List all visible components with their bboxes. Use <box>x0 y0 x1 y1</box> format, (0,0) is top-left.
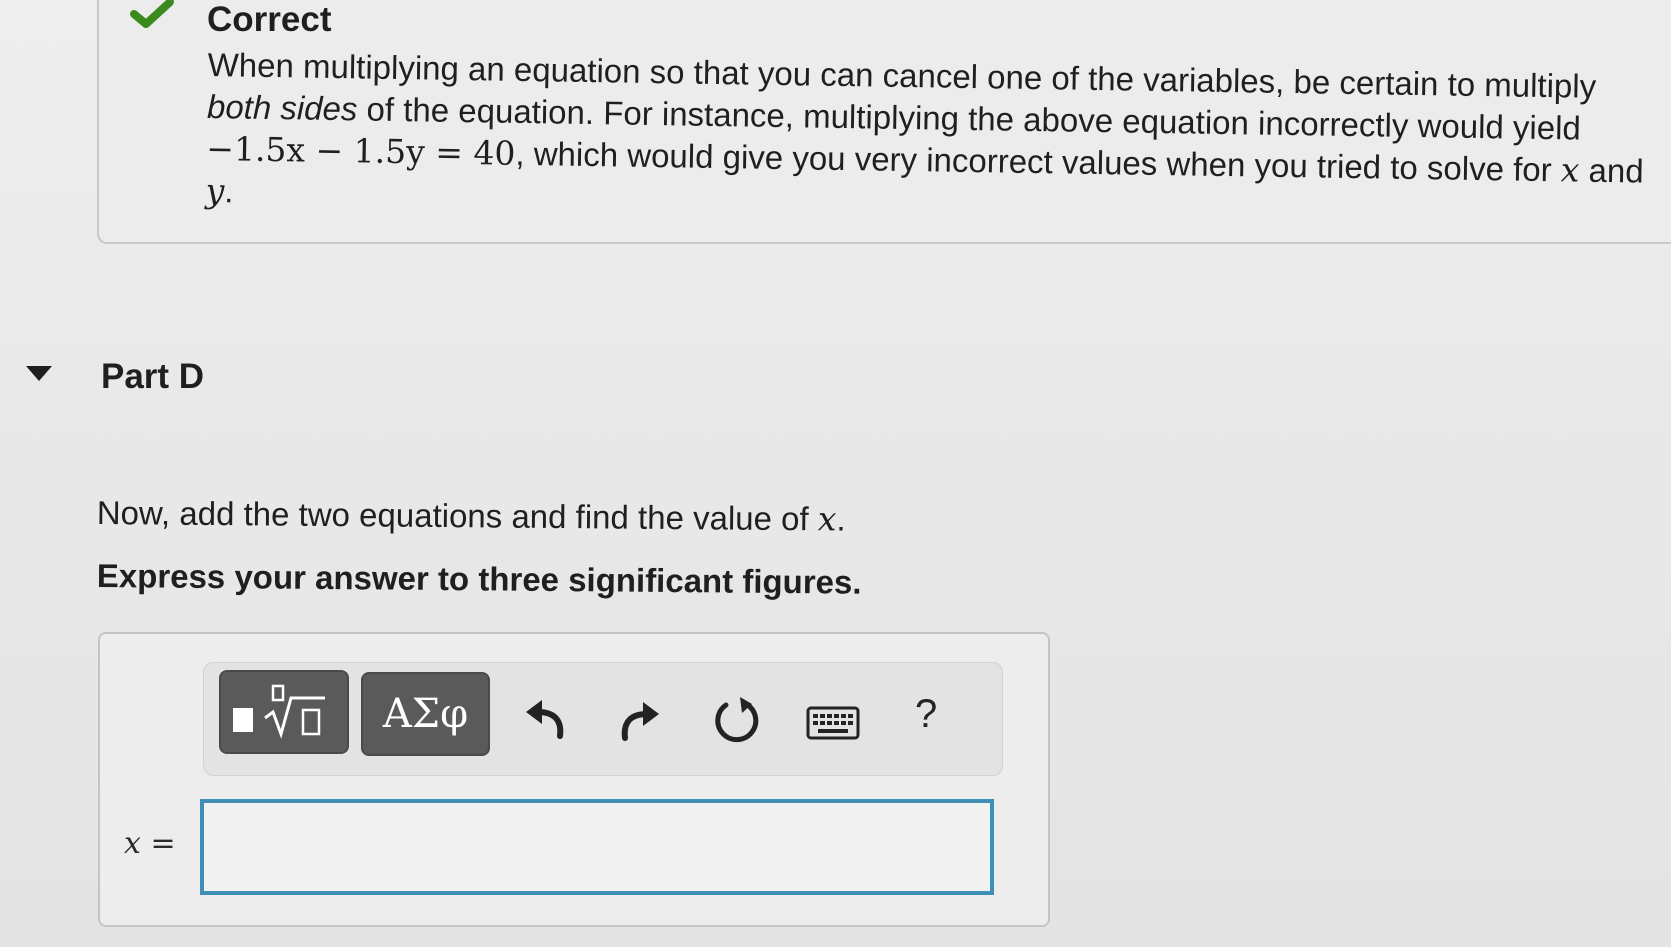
feedback-text-and: and <box>1579 151 1644 190</box>
question-instruction: Express your answer to three significant… <box>96 557 862 601</box>
answer-label: x = <box>124 826 176 861</box>
templates-button[interactable] <box>219 670 349 754</box>
answer-label-equals: = <box>140 826 176 861</box>
feedback-text-end: . <box>224 172 234 210</box>
feedback-emphasis: both sides <box>206 87 358 128</box>
answer-input[interactable] <box>200 799 994 895</box>
question-body: Now, add the two equations and find the … <box>96 493 818 538</box>
reset-icon[interactable] <box>710 694 764 748</box>
keyboard-icon[interactable] <box>806 706 860 740</box>
answer-label-variable: x <box>124 826 141 861</box>
templates-icon <box>233 684 325 739</box>
feedback-equation: −1.5x − 1.5y = 40 <box>206 128 516 173</box>
question-end: . <box>836 500 846 538</box>
feedback-explanation: When multiplying an equation so that you… <box>205 44 1652 235</box>
greek-symbols-button[interactable]: ΑΣφ <box>361 672 490 756</box>
question-text: Now, add the two equations and find the … <box>97 493 846 539</box>
feedback-status-title: Correct <box>207 0 332 39</box>
redo-icon[interactable] <box>615 694 665 744</box>
help-button[interactable]: ? <box>915 692 937 737</box>
feedback-var-x: x <box>1560 150 1580 190</box>
part-title[interactable]: Part D <box>101 357 204 397</box>
check-icon <box>130 0 174 28</box>
part-collapse-caret-icon[interactable] <box>26 366 52 381</box>
feedback-var-y: y <box>205 170 225 211</box>
question-variable: x <box>817 499 837 539</box>
undo-icon[interactable] <box>520 692 570 742</box>
